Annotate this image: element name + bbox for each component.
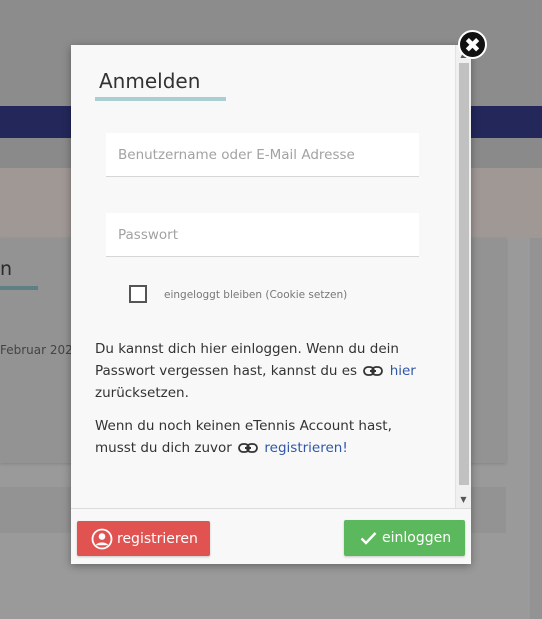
close-button[interactable]: ✖ xyxy=(458,30,487,59)
forgot-password-info: Du kannst dich hier einloggen. Wenn du d… xyxy=(95,338,425,404)
login-button-label: einloggen xyxy=(382,530,452,546)
register-link[interactable]: registrieren xyxy=(264,440,342,456)
remember-me-checkbox[interactable] xyxy=(129,285,147,303)
register-link-exclamation: ! xyxy=(342,440,348,456)
reset-password-link[interactable]: hier xyxy=(390,363,416,379)
background-side-card xyxy=(530,238,542,619)
username-input[interactable] xyxy=(106,133,419,177)
modal-body: Anmelden eingeloggt bleiben (Cookie setz… xyxy=(71,45,455,508)
link-icon xyxy=(238,443,259,453)
background-card-underline xyxy=(0,286,38,290)
register-button[interactable]: registrieren xyxy=(77,521,210,556)
login-modal: Anmelden eingeloggt bleiben (Cookie setz… xyxy=(71,45,471,564)
scroll-down-arrow-icon[interactable]: ▼ xyxy=(456,492,471,506)
modal-title: Anmelden xyxy=(99,69,201,93)
register-button-label: registrieren xyxy=(117,530,198,547)
user-icon xyxy=(91,528,113,550)
link-icon xyxy=(363,366,384,376)
register-info: Wenn du noch keinen eTennis Account hast… xyxy=(95,415,425,459)
remember-me-label: eingeloggt bleiben (Cookie setzen) xyxy=(164,289,348,301)
password-input[interactable] xyxy=(106,213,419,257)
background-card-date: Februar 2022 xyxy=(0,343,81,357)
scrollbar-thumb[interactable] xyxy=(459,63,469,485)
modal-footer: registrieren einloggen xyxy=(71,508,471,564)
modal-scrollbar[interactable]: ▲ ▼ xyxy=(455,45,471,508)
info-1-suffix: zurücksetzen. xyxy=(95,385,189,401)
info-1-text: Du kannst dich hier einloggen. Wenn du d… xyxy=(95,341,399,379)
title-underline xyxy=(95,97,226,101)
checkmark-icon xyxy=(360,531,377,545)
login-button[interactable]: einloggen xyxy=(344,520,465,556)
close-icon: ✖ xyxy=(464,32,481,57)
background-card-title: n xyxy=(0,258,13,280)
